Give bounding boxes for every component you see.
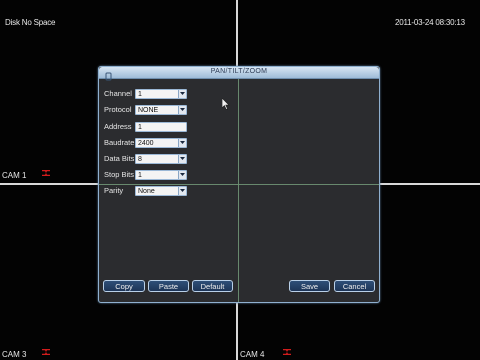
channel-select[interactable]: 1 (135, 89, 187, 99)
parity-value: None (138, 188, 155, 195)
dropdown-arrow-icon[interactable] (178, 139, 186, 147)
stop-bits-value: 1 (138, 172, 142, 179)
protocol-value: NONE (138, 107, 159, 114)
ptz-dialog: PAN/TILT/ZOOM Channel 1 Protocol NONE Ad… (98, 66, 380, 303)
save-button[interactable]: Save (289, 280, 330, 292)
address-label: Address (104, 122, 132, 131)
baudrate-label: Baudrate (104, 138, 135, 147)
protocol-select[interactable]: NONE (135, 105, 187, 115)
cam-1-label: CAM 1 (2, 171, 27, 180)
recording-icon (42, 170, 50, 176)
dialog-titlebar[interactable]: PAN/TILT/ZOOM (99, 67, 379, 81)
copy-button[interactable]: Copy (103, 280, 145, 292)
cam-4-label: CAM 4 (240, 350, 265, 359)
data-bits-label: Data Bits (104, 154, 135, 163)
paste-button[interactable]: Paste (148, 280, 189, 292)
baudrate-value: 2400 (138, 140, 154, 147)
parity-label: Parity (104, 186, 124, 195)
dropdown-arrow-icon[interactable] (178, 106, 186, 114)
channel-value: 1 (138, 91, 142, 98)
data-bits-value: 8 (138, 156, 142, 163)
address-input[interactable]: 1 (135, 122, 187, 132)
default-button[interactable]: Default (192, 280, 233, 292)
stop-bits-select[interactable]: 1 (135, 170, 187, 180)
dialog-title: PAN/TILT/ZOOM (210, 68, 268, 75)
mouse-pointer-icon (221, 97, 230, 115)
baudrate-select[interactable]: 2400 (135, 138, 187, 148)
cam-3-label: CAM 3 (2, 350, 27, 359)
datetime-text: 2011-03-24 08:30:13 (395, 18, 465, 27)
dropdown-arrow-icon[interactable] (178, 171, 186, 179)
preview-divider-vertical (238, 79, 239, 302)
address-value: 1 (138, 124, 142, 131)
cancel-button[interactable]: Cancel (334, 280, 375, 292)
parity-select[interactable]: None (135, 186, 187, 196)
channel-label: Channel (104, 89, 132, 98)
dropdown-arrow-icon[interactable] (178, 155, 186, 163)
dropdown-arrow-icon[interactable] (178, 187, 186, 195)
disk-status-text: Disk No Space (5, 18, 56, 27)
stop-bits-label: Stop Bits (104, 170, 135, 179)
recording-icon (283, 349, 291, 355)
dropdown-arrow-icon[interactable] (178, 90, 186, 98)
data-bits-select[interactable]: 8 (135, 154, 187, 164)
protocol-label: Protocol (104, 105, 132, 114)
recording-icon (42, 349, 50, 355)
preview-divider-horizontal (99, 184, 379, 185)
